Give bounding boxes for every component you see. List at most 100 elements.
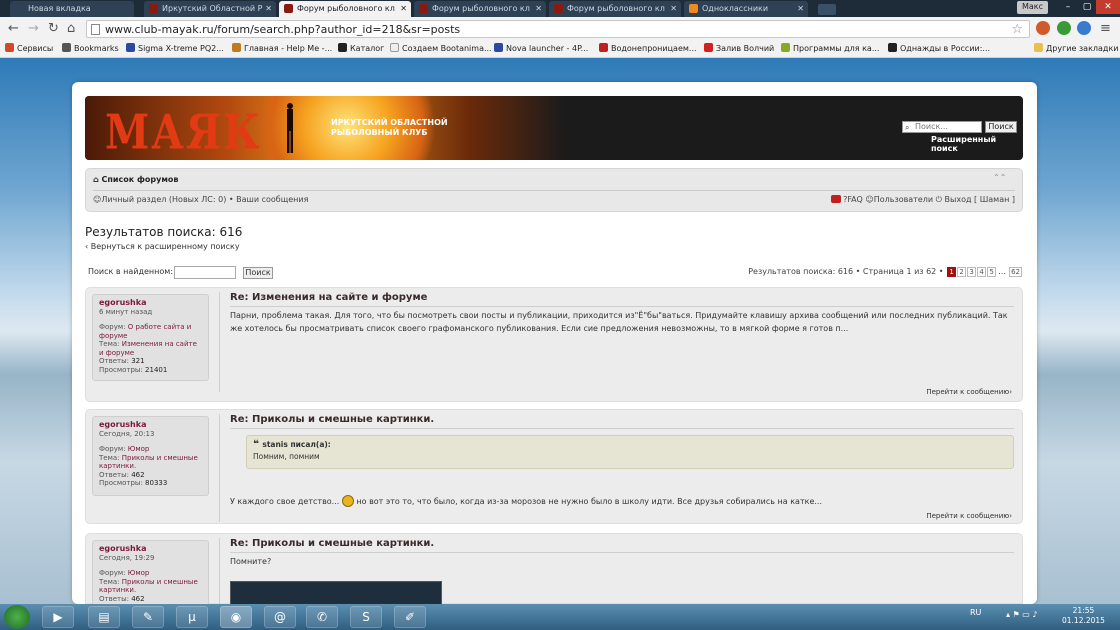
bookmark-item[interactable]: Каталог	[338, 43, 384, 53]
extension-icon[interactable]	[1077, 21, 1091, 35]
tab-forum-active[interactable]: Форум рыболовного кл ✕	[279, 1, 411, 17]
chrome-icon[interactable]: ◉	[220, 606, 252, 628]
tab-forum-3[interactable]: Форум рыболовного кл ✕	[549, 1, 681, 17]
back-arrow-icon[interactable]: ←	[8, 21, 19, 36]
play-icon	[338, 43, 347, 52]
page-link-last[interactable]: 62	[1009, 267, 1022, 277]
close-tab-icon[interactable]: ✕	[535, 4, 542, 13]
paint-icon[interactable]: ✐	[394, 606, 426, 628]
extension-icon[interactable]	[1036, 21, 1050, 35]
start-button[interactable]	[4, 605, 30, 629]
page-ellipsis: …	[998, 267, 1007, 276]
extension-icon[interactable]	[1057, 21, 1071, 35]
post-excerpt: Парни, проблема такая. Для того, что бы …	[230, 311, 1008, 333]
reload-icon[interactable]: ↻	[48, 21, 59, 36]
post-image[interactable]	[230, 581, 442, 605]
club-name: ИРКУТСКИЙ ОБЛАСТНОЙ РЫБОЛОВНЫЙ КЛУБ	[331, 118, 448, 137]
youtube-icon[interactable]	[830, 195, 841, 203]
bookmark-item[interactable]: Главная - Help Me -...	[232, 43, 332, 53]
forum-link[interactable]: Юмор	[128, 569, 150, 577]
bookmark-item[interactable]: Программы для ка...	[781, 43, 879, 53]
close-tab-icon[interactable]: ✕	[400, 4, 407, 13]
clock[interactable]: 21:55 01.12.2015	[1062, 606, 1105, 626]
search-within-button[interactable]: Поиск	[243, 267, 273, 279]
bookmark-item[interactable]: Sigma X-treme PQ2...	[126, 43, 224, 53]
goto-post-link[interactable]: Перейти к сообщению›	[926, 512, 1012, 520]
post-excerpt: Помните?	[230, 557, 272, 566]
post-title-link[interactable]: Re: Приколы и смешные картинки.	[230, 414, 434, 425]
advanced-search-link[interactable]: Расширенный поиск	[931, 135, 1023, 153]
author-link[interactable]: egorushka	[99, 298, 202, 308]
skype-icon[interactable]: S	[350, 606, 382, 628]
post-time: Сегодня, 19:29	[99, 553, 155, 562]
url-input[interactable]: www.club-mayak.ru/forum/search.php?autho…	[86, 20, 1030, 38]
forum-index-link[interactable]: ⌂ Список форумов	[93, 175, 178, 184]
bookmark-item[interactable]: Водонепроницаем...	[599, 43, 697, 53]
search-within-label: Поиск в найденном:	[88, 267, 174, 276]
media-player-icon[interactable]: ▶	[42, 606, 74, 628]
author-link[interactable]: egorushka	[99, 420, 202, 430]
volume-icon[interactable]: ♪	[1032, 610, 1037, 619]
forum-search-input[interactable]: ⌕ Поиск...	[902, 121, 982, 133]
tab-odnoklassniki[interactable]: Одноклассники ✕	[684, 1, 808, 17]
post-title-link[interactable]: Re: Приколы и смешные картинки.	[230, 538, 434, 549]
page-link-current[interactable]: 1	[947, 267, 957, 277]
mail-agent-icon[interactable]: @	[264, 606, 296, 628]
post-title-link[interactable]: Re: Изменения на сайте и форуме	[230, 292, 427, 303]
bookmark-item[interactable]: Nova launcher - 4P...	[494, 43, 588, 53]
goto-post-link[interactable]: Перейти к сообщению›	[926, 388, 1012, 396]
page-link[interactable]: 5	[987, 267, 997, 277]
site-logo[interactable]: МАЯК	[105, 104, 262, 160]
tab-new[interactable]: Новая вкладка	[10, 1, 134, 17]
tab-irkutsk[interactable]: Иркутский Областной Р ✕	[144, 1, 276, 17]
collapse-icon[interactable]: ⌃⌃	[993, 173, 1006, 182]
close-tab-icon[interactable]: ✕	[670, 4, 677, 13]
chevron-right-icon: ›	[1009, 388, 1012, 396]
forum-link[interactable]: Юмор	[128, 445, 150, 453]
shop-icon	[599, 43, 608, 52]
minimize-button[interactable]: –	[1058, 0, 1078, 14]
other-bookmarks[interactable]: Другие закладки	[1034, 43, 1119, 53]
notepad-icon[interactable]: ✎	[132, 606, 164, 628]
logout-link[interactable]: ⏻ Выход [ Шаман ]	[936, 195, 1015, 204]
maximize-button[interactable]: ▢	[1078, 0, 1096, 14]
page-link[interactable]: 3	[967, 267, 977, 277]
language-indicator[interactable]: RU	[970, 608, 981, 617]
forum-search-button[interactable]: Поиск	[985, 121, 1017, 133]
back-to-search-link[interactable]: ‹ Вернуться к расширенному поиску	[85, 242, 240, 251]
windows-taskbar: ▶ ▤ ✎ µ ◉ @ ✆ S ✐	[0, 604, 1120, 630]
bookmark-item[interactable]: Залив Волчий	[704, 43, 774, 53]
network-icon[interactable]: ▭	[1022, 610, 1030, 619]
show-hidden-icons-icon[interactable]: ▴	[1006, 610, 1010, 619]
profile-button[interactable]: Макс	[1016, 1, 1048, 14]
play-icon	[888, 43, 897, 52]
page-link[interactable]: 2	[957, 267, 967, 277]
odnoklassniki-favicon-icon	[689, 4, 698, 13]
bookmark-item[interactable]: Однажды в России:...	[888, 43, 990, 53]
faq-link[interactable]: ?FAQ	[843, 195, 863, 204]
tab-forum-2[interactable]: Форум рыболовного кл ✕	[414, 1, 546, 17]
utorrent-icon[interactable]: µ	[176, 606, 208, 628]
bookmark-star-icon[interactable]: ☆	[1011, 22, 1023, 37]
menu-icon[interactable]: ≡	[1100, 21, 1111, 36]
search-within-input[interactable]	[174, 266, 236, 279]
flag-icon[interactable]: ⚑	[1013, 610, 1020, 619]
lighthouse-favicon-icon	[419, 4, 428, 13]
file-explorer-icon[interactable]: ▤	[88, 606, 120, 628]
forward-arrow-icon[interactable]: →	[28, 21, 39, 36]
bookmark-item[interactable]: Сервисы	[5, 43, 53, 53]
members-link[interactable]: ☺Пользователи	[865, 195, 933, 204]
author-link[interactable]: egorushka	[99, 544, 202, 554]
views-count: 21401	[145, 365, 168, 374]
close-tab-icon[interactable]: ✕	[265, 4, 272, 13]
bookmark-item[interactable]: Bookmarks	[62, 43, 119, 53]
new-tab-button[interactable]	[818, 4, 836, 15]
home-icon[interactable]: ⌂	[67, 21, 75, 36]
page-link[interactable]: 4	[977, 267, 987, 277]
private-messages-link[interactable]: ☺Личный раздел (Новых ЛС: 0) • Ваши сооб…	[93, 195, 308, 204]
close-tab-icon[interactable]: ✕	[797, 4, 804, 13]
viber-icon[interactable]: ✆	[306, 606, 338, 628]
bookmark-item[interactable]: Создаем Bootanima...	[390, 43, 492, 53]
sigma-icon	[126, 43, 135, 52]
close-window-button[interactable]: ✕	[1096, 0, 1120, 14]
